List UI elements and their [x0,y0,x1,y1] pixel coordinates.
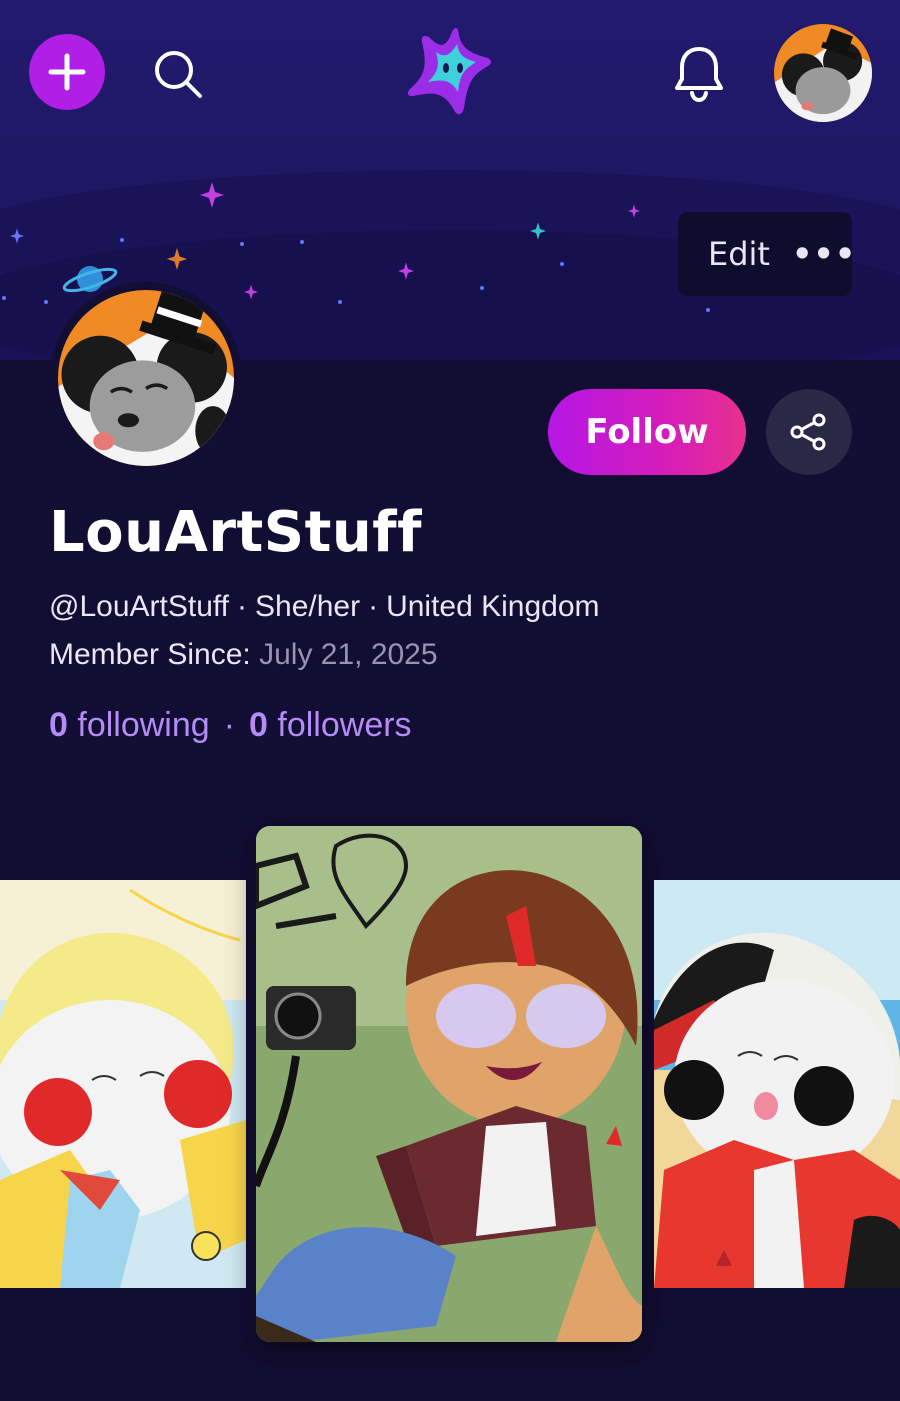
sparkle-icon [628,204,640,218]
artwork-card[interactable] [0,880,246,1288]
share-icon [790,413,826,451]
follow-stats: 0 following · 0 followers [49,706,412,745]
profile-location: United Kingdom [386,590,600,623]
sparkle-icon [244,284,258,300]
profile-handle: @LouArtStuff [49,590,229,623]
followers-count: 0 [249,706,268,744]
share-button[interactable] [766,389,852,475]
sparkle-icon [398,262,414,280]
sparkle-icon [166,248,188,270]
edit-label: Edit [708,235,770,273]
plus-icon [48,53,86,91]
meta-separator: · [237,590,247,623]
following-label: following [77,706,210,744]
follow-button[interactable]: Follow [548,389,746,475]
meta-separator: · [368,590,379,623]
notifications-button[interactable] [672,44,726,103]
followers-link[interactable]: 0 followers [249,706,412,744]
member-since: Member Since: July 21, 2025 [49,638,438,672]
artwork-image [0,880,246,1288]
member-since-label: Member Since: [49,638,251,671]
following-link[interactable]: 0 following [49,706,210,744]
profile-pronouns: She/her [255,590,361,623]
account-avatar[interactable] [774,24,872,122]
stats-separator: · [223,706,236,744]
artwork-card[interactable] [256,826,642,1342]
sparkle-icon [200,182,224,208]
profile-meta: @LouArtStuff · She/her · United Kingdom [49,590,600,624]
edit-profile-button[interactable]: Edit ••• [678,212,855,296]
artwork-card[interactable] [654,880,900,1288]
bell-icon [675,47,723,103]
star-logo-icon[interactable] [402,24,498,120]
sparkle-icon [530,222,546,240]
search-button[interactable] [150,46,204,100]
artwork-image [654,880,900,1288]
profile-username: LouArtStuff [49,500,422,565]
member-since-date: July 21, 2025 [259,638,438,671]
profile-avatar [50,282,242,474]
artwork-image [256,826,642,1342]
create-button[interactable] [29,34,105,110]
sparkle-icon [10,228,24,244]
search-icon [155,51,202,98]
top-navigation-bar [0,0,900,140]
more-options-icon[interactable]: ••• [792,235,856,273]
following-count: 0 [49,706,68,744]
followers-label: followers [277,706,412,744]
